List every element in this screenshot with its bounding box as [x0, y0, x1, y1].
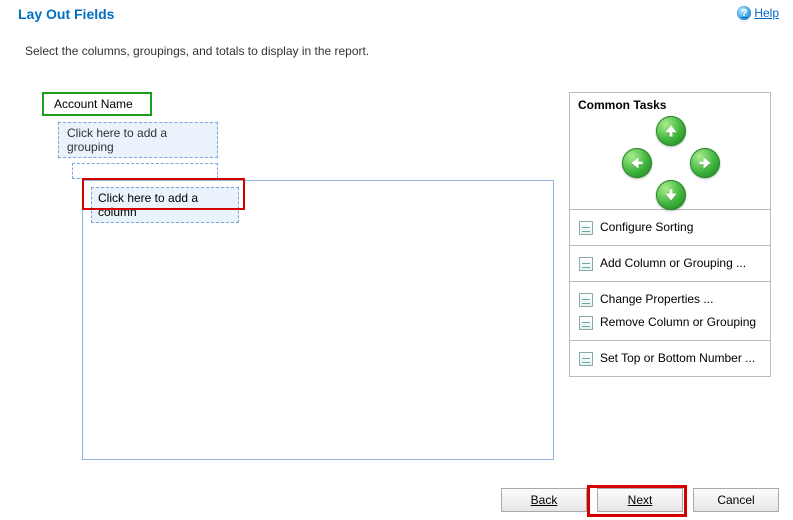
task-configure-sorting[interactable]: Configure Sorting	[570, 216, 770, 239]
columns-canvas[interactable]: Click here to add a column	[82, 180, 554, 460]
task-label: Set Top or Bottom Number ...	[600, 350, 755, 366]
task-change-properties[interactable]: Change Properties ...	[570, 288, 770, 311]
move-arrows-pad	[570, 116, 770, 210]
add-grouping-placeholder[interactable]: Click here to add a grouping	[58, 122, 218, 158]
add-column-icon	[578, 256, 594, 272]
cancel-button[interactable]: Cancel	[693, 488, 779, 512]
field-layout-area: Account Name Click here to add a groupin…	[42, 92, 552, 179]
task-add-column-grouping[interactable]: Add Column or Grouping ...	[570, 252, 770, 275]
task-set-top-bottom[interactable]: Set Top or Bottom Number ...	[570, 347, 770, 370]
task-remove-column-grouping[interactable]: Remove Column or Grouping	[570, 311, 770, 334]
remove-column-icon	[578, 315, 594, 331]
common-tasks-title: Common Tasks	[570, 93, 770, 116]
task-label: Configure Sorting	[600, 219, 693, 235]
move-right-button[interactable]	[690, 148, 720, 178]
page-title: Lay Out Fields	[18, 6, 114, 22]
arrow-up-icon	[664, 124, 678, 138]
help-icon: ?	[737, 6, 751, 20]
arrow-down-icon	[664, 188, 678, 202]
move-up-button[interactable]	[656, 116, 686, 146]
add-column-placeholder[interactable]: Click here to add a column	[91, 187, 239, 223]
task-label: Add Column or Grouping ...	[600, 255, 746, 271]
help-label: Help	[754, 6, 779, 20]
move-down-button[interactable]	[656, 180, 686, 210]
wizard-button-bar: Back Next Cancel	[0, 482, 793, 520]
top-bottom-icon	[578, 351, 594, 367]
arrow-right-icon	[698, 156, 712, 170]
task-label: Change Properties ...	[600, 291, 713, 307]
move-left-button[interactable]	[622, 148, 652, 178]
common-tasks-panel: Common Tasks Configure Sorting Add Colum…	[569, 92, 771, 377]
instruction-text: Select the columns, groupings, and total…	[0, 22, 793, 58]
next-button[interactable]: Next	[597, 488, 683, 512]
arrow-left-icon	[630, 156, 644, 170]
task-label: Remove Column or Grouping	[600, 314, 756, 330]
field-account-name[interactable]: Account Name	[42, 92, 152, 116]
empty-grouping-slot[interactable]	[72, 163, 218, 179]
sort-icon	[578, 220, 594, 236]
back-button[interactable]: Back	[501, 488, 587, 512]
properties-icon	[578, 292, 594, 308]
help-link[interactable]: ? Help	[737, 6, 779, 20]
